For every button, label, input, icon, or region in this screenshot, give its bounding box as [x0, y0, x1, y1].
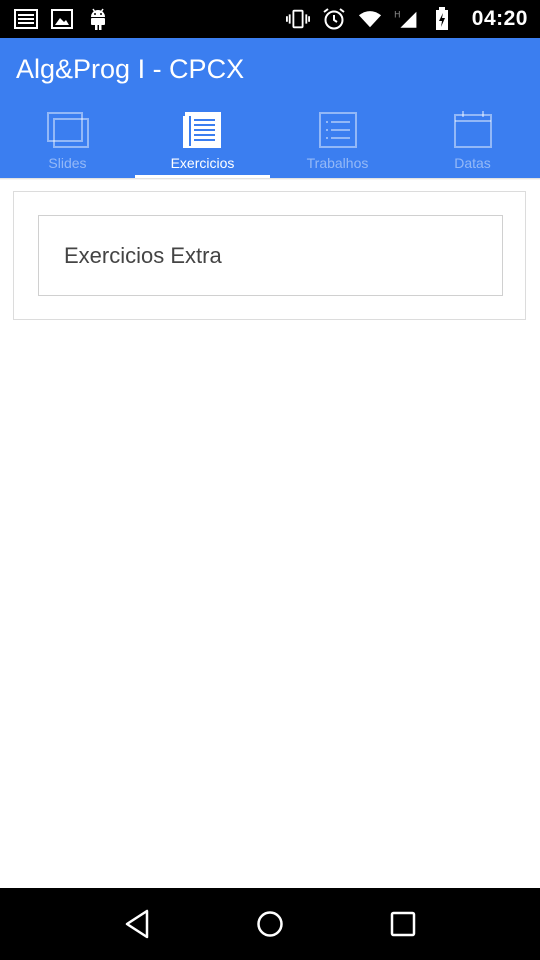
status-right-icons: H 04:20 — [285, 7, 528, 31]
app-title: Alg&Prog I - CPCX — [16, 54, 245, 84]
app-header: Alg&Prog I - CPCX Slides Exercicios Trab… — [0, 38, 540, 178]
header-shadow — [0, 178, 540, 180]
vibrate-icon — [285, 7, 310, 31]
status-left-icons — [14, 7, 110, 31]
home-icon — [257, 911, 283, 937]
alarm-icon — [322, 7, 346, 31]
document-icon — [182, 112, 221, 148]
image-icon — [50, 7, 74, 31]
tab-label: Datas — [454, 155, 491, 171]
tab-exercicios[interactable]: Exercicios — [135, 106, 270, 178]
tab-label: Trabalhos — [306, 155, 369, 171]
nav-bar — [0, 888, 540, 960]
tab-label: Exercicios — [170, 155, 235, 171]
status-bar: H 04:20 — [0, 0, 540, 38]
wifi-icon — [358, 7, 382, 31]
notes-icon — [14, 7, 38, 31]
battery-icon — [430, 7, 454, 31]
recents-button[interactable] — [383, 904, 423, 944]
h-signal-icon: H — [394, 7, 418, 31]
tab-label: Slides — [48, 155, 87, 171]
tab-bar: Slides Exercicios Trabalhos Datas — [0, 106, 540, 178]
list-item[interactable]: Exercicios Extra — [38, 215, 503, 296]
calendar-icon — [453, 111, 492, 148]
tab-slides[interactable]: Slides — [0, 106, 135, 178]
home-button[interactable] — [250, 904, 290, 944]
content-card: Exercicios Extra — [13, 191, 526, 320]
status-time: 04:20 — [471, 7, 528, 30]
android-icon — [86, 7, 110, 31]
list-icon — [318, 112, 357, 148]
recents-icon — [391, 911, 416, 937]
tab-datas[interactable]: Datas — [405, 106, 540, 178]
tab-trabalhos[interactable]: Trabalhos — [270, 106, 405, 178]
back-button[interactable] — [117, 904, 157, 944]
back-icon — [125, 909, 148, 939]
slides-icon — [46, 112, 89, 148]
svg-text:H: H — [394, 10, 401, 20]
list-item-label: Exercicios Extra — [64, 242, 222, 268]
